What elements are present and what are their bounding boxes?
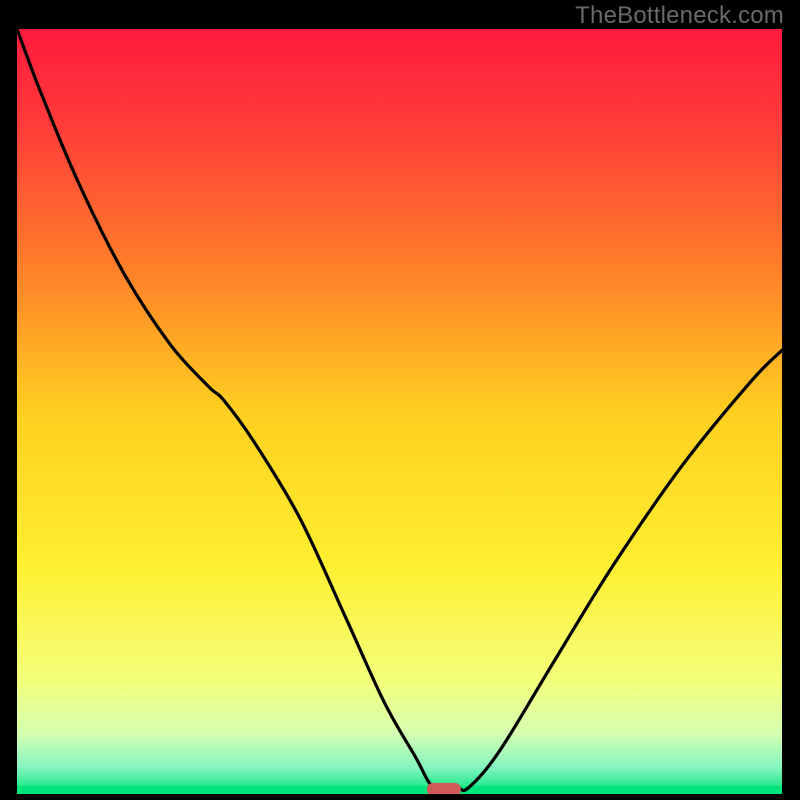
gradient-background — [17, 29, 782, 794]
watermark-text: TheBottleneck.com — [575, 2, 784, 30]
chart-frame: TheBottleneck.com — [0, 0, 800, 800]
bottleneck-chart — [17, 29, 782, 794]
trough-marker — [427, 783, 461, 794]
baseline-green-strip — [17, 786, 782, 794]
